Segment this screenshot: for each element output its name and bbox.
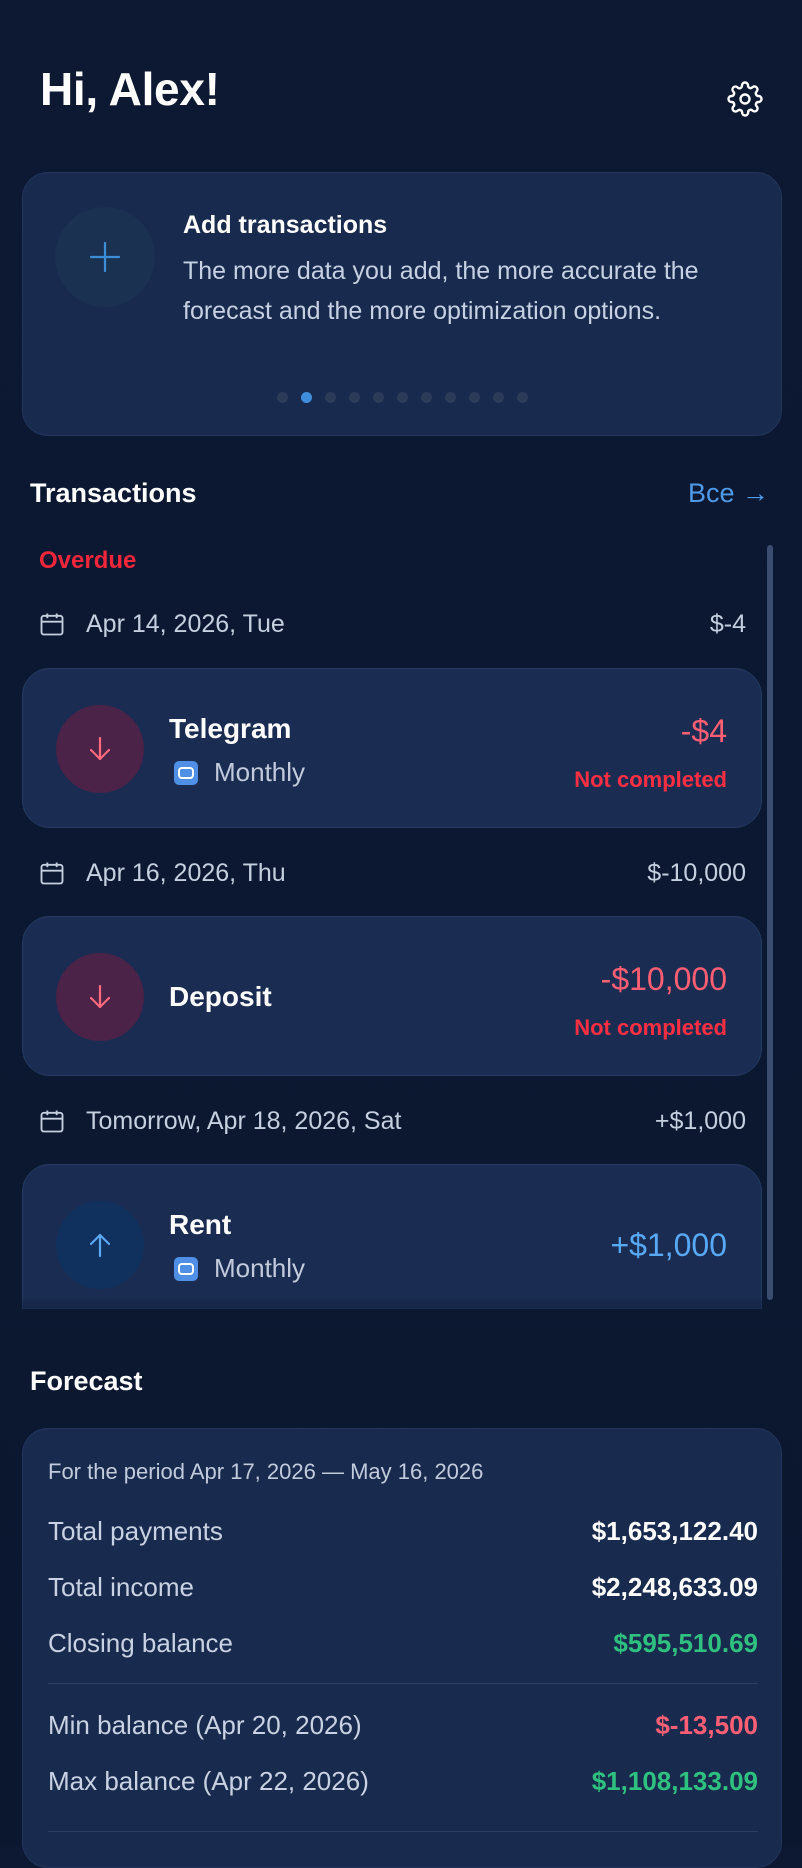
divider	[48, 1831, 758, 1832]
closing-balance-label: Closing balance	[48, 1627, 234, 1658]
expense-indicator	[56, 953, 144, 1041]
promo-title: Add transactions	[183, 211, 388, 239]
gear-icon	[727, 81, 763, 117]
pagination-dot[interactable]	[516, 392, 528, 403]
carousel-pagination	[23, 392, 781, 404]
pagination-dot[interactable]	[444, 392, 456, 403]
closing-balance-row: Closing balance $595,510.69	[48, 1623, 758, 1663]
pagination-dot[interactable]	[372, 392, 384, 403]
max-balance-row: Max balance (Apr 22, 2026) $1,108,133.09	[48, 1761, 758, 1801]
calendar-icon	[38, 609, 68, 639]
greeting-title: Hi, Alex!	[40, 63, 220, 115]
pagination-dot[interactable]	[492, 392, 504, 403]
calendar-icon	[38, 1106, 68, 1136]
forecast-card: For the period Apr 17, 2026 — May 16, 20…	[22, 1428, 782, 1868]
promo-text: The more data you add, the more accurate…	[183, 257, 699, 325]
total-payments-row: Total payments $1,653,122.40	[48, 1511, 758, 1551]
total-payments-label: Total payments	[48, 1515, 223, 1546]
date-label: Tomorrow, Apr 18, 2026, Sat	[86, 1106, 402, 1135]
transaction-name: Rent	[169, 1209, 232, 1240]
recurrence: Monthly	[174, 757, 305, 788]
max-balance-value: $1,108,133.09	[591, 1765, 758, 1796]
date-sum: $-4	[709, 609, 746, 638]
total-income-label: Total income	[48, 1571, 194, 1602]
pagination-dot[interactable]	[276, 392, 288, 403]
arrow-down-icon	[89, 736, 111, 761]
status-badge: Not completed	[574, 1015, 727, 1040]
arrow-up-icon	[89, 1233, 111, 1258]
pagination-dot[interactable]	[468, 392, 480, 403]
total-payments-value: $1,653,122.40	[591, 1515, 758, 1546]
closing-balance-value: $595,510.69	[613, 1627, 758, 1658]
transaction-name: Deposit	[169, 981, 272, 1012]
add-transactions-card[interactable]: Add transactions The more data you add, …	[22, 172, 782, 436]
list-fade	[0, 1296, 802, 1326]
overdue-label: Overdue	[39, 547, 137, 574]
settings-button[interactable]	[726, 80, 764, 118]
divider	[48, 1683, 758, 1684]
add-transaction-button[interactable]	[55, 207, 155, 307]
repeat-icon	[174, 760, 198, 785]
total-income-value: $2,248,633.09	[591, 1571, 758, 1602]
transaction-card-telegram[interactable]: Telegram Monthly -$4 Not completed	[22, 668, 762, 828]
transaction-card-deposit[interactable]: Deposit -$10,000 Not completed	[22, 916, 762, 1076]
recurrence-label: Monthly	[214, 757, 306, 787]
max-balance-label: Max balance (Apr 22, 2026)	[48, 1765, 369, 1796]
income-indicator	[56, 1201, 144, 1289]
transaction-amount: -$4	[680, 713, 727, 749]
date-label: Apr 16, 2026, Thu	[86, 858, 286, 887]
repeat-icon	[174, 1256, 198, 1281]
recurrence-label: Monthly	[214, 1253, 306, 1283]
transaction-name: Telegram	[169, 713, 292, 744]
date-group-header: Tomorrow, Apr 18, 2026, Sat +$1,000	[38, 1101, 746, 1141]
pagination-dot-active[interactable]	[300, 392, 312, 403]
pagination-dot[interactable]	[420, 392, 432, 403]
date-group-header: Apr 16, 2026, Thu $-10,000	[38, 853, 746, 893]
forecast-period: For the period Apr 17, 2026 — May 16, 20…	[48, 1459, 484, 1484]
status-badge: Not completed	[574, 767, 727, 792]
forecast-heading: Forecast	[30, 1366, 143, 1396]
calendar-icon	[38, 858, 68, 888]
transactions-heading: Transactions	[30, 478, 197, 508]
pagination-dot[interactable]	[396, 392, 408, 403]
date-group-header: Apr 14, 2026, Tue $-4	[38, 604, 746, 644]
total-income-row: Total income $2,248,633.09	[48, 1567, 758, 1607]
date-sum: $-10,000	[647, 858, 746, 887]
min-balance-value: $-13,500	[655, 1709, 758, 1740]
pagination-dot[interactable]	[348, 392, 360, 403]
min-balance-label: Min balance (Apr 20, 2026)	[48, 1709, 362, 1740]
transaction-card-rent[interactable]: Rent Monthly +$1,000	[22, 1164, 762, 1309]
recurrence: Monthly	[174, 1253, 305, 1284]
pagination-dot[interactable]	[324, 392, 336, 403]
transactions-scrollbar[interactable]	[767, 545, 773, 1300]
expense-indicator	[56, 705, 144, 793]
transaction-amount: +$1,000	[610, 1227, 727, 1263]
transaction-amount: -$10,000	[600, 961, 727, 997]
see-all-link[interactable]: Все →	[688, 478, 769, 509]
min-balance-row: Min balance (Apr 20, 2026) $-13,500	[48, 1705, 758, 1745]
date-label: Apr 14, 2026, Tue	[86, 609, 285, 638]
plus-icon	[89, 241, 121, 273]
arrow-down-icon	[89, 984, 111, 1009]
date-sum: +$1,000	[654, 1106, 746, 1135]
